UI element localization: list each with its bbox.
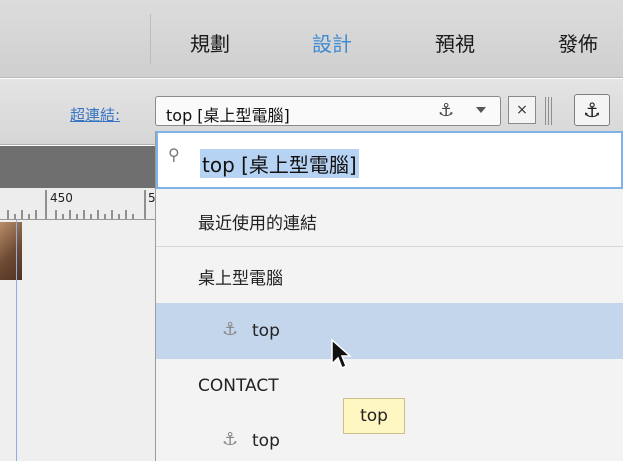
anchor-icon: ⚓ xyxy=(583,98,601,122)
ruler-ticks xyxy=(7,190,146,219)
search-icon: ⚲ xyxy=(168,145,180,164)
dropdown-item-label: top xyxy=(252,321,280,341)
hyperlink-select[interactable]: top [桌上型電腦] ⚓ xyxy=(155,96,501,126)
dropdown-item-label: top xyxy=(252,431,280,451)
tooltip: top xyxy=(343,398,405,434)
tab-publish[interactable]: 發佈 xyxy=(558,28,598,57)
section-label-recent: 最近使用的連結 xyxy=(198,214,317,234)
hyperlink-label[interactable]: 超連結: xyxy=(70,104,120,125)
anchor-icon: ⚓ xyxy=(222,319,239,340)
canvas-header-band xyxy=(0,146,155,188)
close-icon: × xyxy=(516,102,528,118)
section-label-desktop: 桌上型電腦 xyxy=(198,269,283,289)
anchor-icon: ⚓ xyxy=(438,100,455,121)
section-label-contact: CONTACT xyxy=(198,376,279,396)
hyperlink-select-value: top [桌上型電腦] xyxy=(166,106,290,125)
canvas-image[interactable] xyxy=(0,222,22,280)
canvas-guide-line xyxy=(16,220,17,461)
mode-tab-bar: 規劃 設計 預視 發佈 xyxy=(0,0,623,78)
anchor-button[interactable]: ⚓ xyxy=(574,94,610,126)
horizontal-ruler: 450 5 xyxy=(0,188,156,220)
dropdown-section-desktop: 桌上型電腦 xyxy=(156,247,623,303)
ruler-mark-450: 450 xyxy=(50,191,73,205)
chevron-down-icon[interactable] xyxy=(476,107,486,113)
clear-link-button[interactable]: × xyxy=(508,96,536,124)
tab-design[interactable]: 設計 xyxy=(312,28,352,57)
hyperlink-search-value: top [桌上型電腦] xyxy=(200,149,359,178)
mouse-cursor-icon xyxy=(331,338,352,370)
design-canvas[interactable] xyxy=(0,220,155,461)
tab-preview[interactable]: 預視 xyxy=(435,28,475,57)
anchor-icon: ⚓ xyxy=(222,429,239,450)
toolbar-grip-handle[interactable] xyxy=(545,97,553,125)
hyperlink-search-input[interactable]: ⚲ top [桌上型電腦] xyxy=(156,131,623,189)
dropdown-section-recent: 最近使用的連結 xyxy=(156,189,623,247)
tab-plan[interactable]: 規劃 xyxy=(190,28,230,57)
dropdown-item-top-desktop[interactable]: ⚓ top xyxy=(156,303,623,359)
tab-separator xyxy=(150,14,151,64)
